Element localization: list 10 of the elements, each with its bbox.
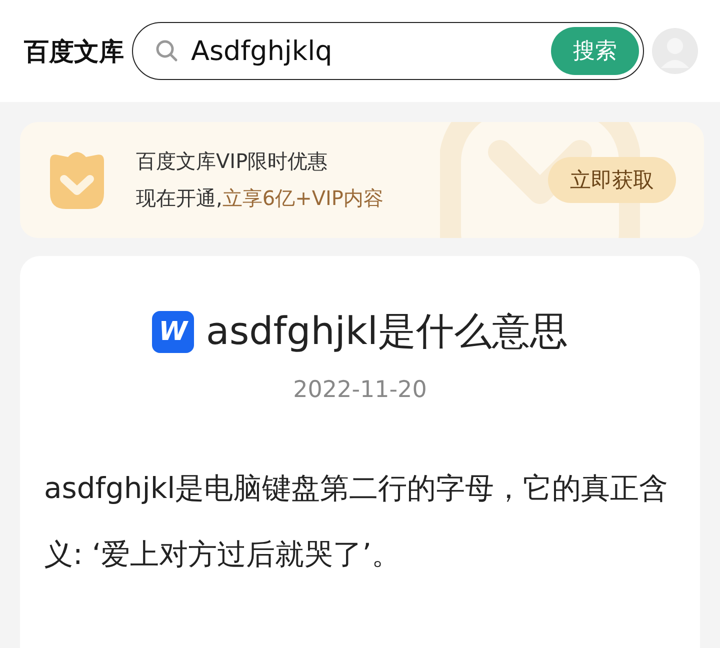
promo-title: 百度文库VIP限时优惠 bbox=[136, 148, 329, 175]
article-title: asdfghjkl是什么意思 bbox=[206, 308, 568, 355]
article-date: 2022-11-20 bbox=[292, 377, 428, 403]
article-body: asdfghjkl是电脑键盘第二行的字母，它的真正含义: ‘爱上对方过后就哭了’。 bbox=[44, 470, 670, 573]
search-field[interactable]: Asdfghjklq 搜索 bbox=[132, 22, 644, 80]
document-icon: W bbox=[152, 310, 194, 352]
search-icon bbox=[155, 39, 179, 63]
get-now-button[interactable]: 立即获取 bbox=[548, 157, 676, 203]
site-logo[interactable]: 百度文库 bbox=[24, 34, 124, 68]
promo-subtitle: 现在开通,立享6亿+VIP内容 bbox=[136, 185, 384, 212]
